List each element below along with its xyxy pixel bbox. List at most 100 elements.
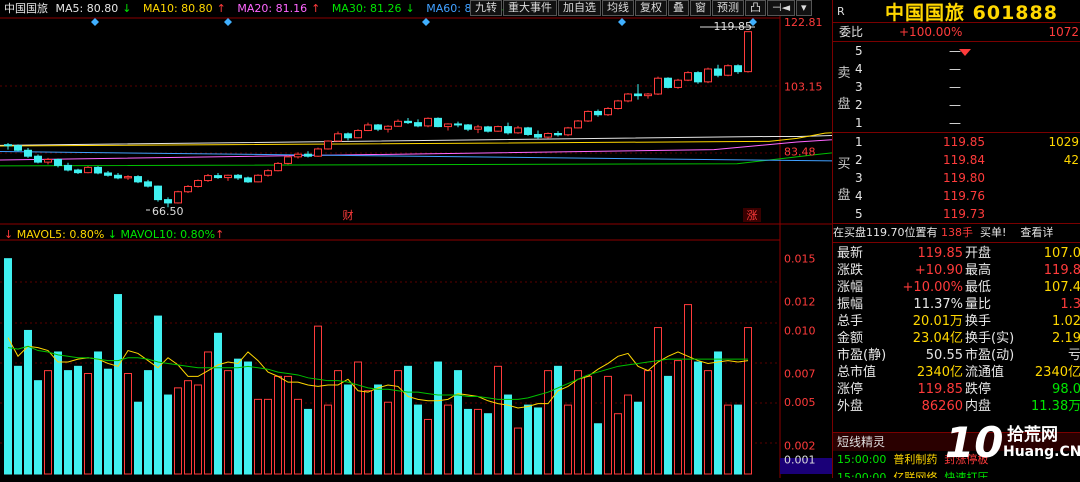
finance-event-mark[interactable]: 财 bbox=[343, 208, 354, 222]
candle[interactable] bbox=[314, 148, 322, 157]
volume-bar[interactable] bbox=[264, 398, 272, 475]
candle[interactable] bbox=[634, 93, 642, 97]
candle[interactable] bbox=[744, 31, 752, 73]
candle[interactable] bbox=[464, 124, 472, 130]
candle[interactable] bbox=[244, 177, 252, 183]
candle[interactable] bbox=[104, 172, 112, 176]
candle[interactable] bbox=[224, 174, 232, 179]
volume-bar[interactable] bbox=[714, 351, 722, 475]
candle[interactable] bbox=[384, 125, 392, 130]
big-order-alert[interactable]: 在买盘 119.70位置有 138手 买单! 查看详 bbox=[833, 223, 1080, 242]
candle[interactable] bbox=[354, 130, 362, 139]
volume-bar[interactable] bbox=[514, 427, 522, 475]
candle[interactable] bbox=[134, 176, 142, 183]
candle[interactable] bbox=[274, 162, 282, 172]
candle[interactable] bbox=[544, 132, 552, 138]
volume-bar[interactable] bbox=[644, 370, 652, 475]
candle[interactable] bbox=[614, 100, 622, 109]
toolbar-convex-icon[interactable]: 凸 bbox=[745, 0, 766, 16]
volume-bar[interactable] bbox=[174, 387, 182, 475]
candle[interactable] bbox=[494, 126, 502, 132]
volume-bar[interactable] bbox=[354, 361, 362, 475]
volume-bar[interactable] bbox=[694, 361, 702, 475]
volume-bar[interactable] bbox=[724, 404, 732, 475]
volume-bar[interactable] bbox=[474, 408, 482, 475]
candle[interactable] bbox=[704, 68, 712, 83]
volume-bar[interactable] bbox=[194, 384, 202, 475]
volume-bar[interactable] bbox=[324, 404, 332, 475]
candle[interactable] bbox=[694, 72, 702, 83]
volume-bar[interactable] bbox=[424, 418, 432, 475]
candle[interactable] bbox=[554, 132, 562, 136]
volume-bar[interactable] bbox=[674, 360, 682, 475]
volume-bar[interactable] bbox=[484, 413, 492, 475]
volume-bar[interactable] bbox=[274, 375, 282, 475]
candle[interactable] bbox=[454, 123, 462, 126]
buy-level[interactable]: 3 119.80 bbox=[855, 169, 1080, 187]
candle[interactable] bbox=[324, 140, 332, 150]
volume-bar[interactable] bbox=[544, 370, 552, 475]
candle[interactable] bbox=[584, 110, 592, 122]
event-marker-icon[interactable] bbox=[618, 18, 626, 26]
event-marker-icon[interactable] bbox=[224, 18, 232, 26]
candle[interactable] bbox=[114, 174, 122, 179]
toolbar-major-events-button[interactable]: 重大事件 bbox=[503, 0, 557, 16]
candle[interactable] bbox=[604, 107, 612, 116]
volume-bar[interactable] bbox=[704, 370, 712, 475]
candle[interactable] bbox=[284, 156, 292, 164]
volume-bar[interactable] bbox=[614, 413, 622, 475]
candle[interactable] bbox=[154, 185, 162, 201]
toolbar-dropdown-icon[interactable]: ▾ bbox=[796, 0, 812, 16]
volume-bar[interactable] bbox=[304, 408, 312, 475]
view-details-link[interactable]: 查看详 bbox=[1020, 224, 1053, 242]
candle[interactable] bbox=[234, 174, 242, 179]
volume-bar[interactable] bbox=[564, 404, 572, 475]
buy-level[interactable]: 1 119.85 1029 bbox=[855, 133, 1080, 151]
candle[interactable] bbox=[84, 166, 92, 174]
volume-bar[interactable] bbox=[444, 404, 452, 475]
volume-bar[interactable] bbox=[254, 398, 262, 475]
toolbar-window-button[interactable]: 窗 bbox=[690, 0, 711, 16]
volume-bar[interactable] bbox=[34, 380, 42, 475]
volume-bar[interactable] bbox=[584, 375, 592, 475]
toolbar-adjust-button[interactable]: 复权 bbox=[635, 0, 667, 16]
toolbar-forecast-button[interactable]: 预测 bbox=[712, 0, 744, 16]
volume-bar[interactable] bbox=[654, 327, 662, 475]
volume-bar[interactable] bbox=[74, 365, 82, 475]
volume-bar[interactable] bbox=[744, 327, 752, 475]
volume-bar[interactable] bbox=[414, 404, 422, 475]
candle[interactable] bbox=[264, 170, 272, 176]
volume-bar[interactable] bbox=[164, 394, 172, 475]
candle[interactable] bbox=[14, 145, 22, 151]
candle[interactable] bbox=[564, 127, 572, 136]
volume-bar[interactable] bbox=[124, 373, 132, 475]
candle[interactable] bbox=[64, 164, 72, 171]
volume-bar[interactable] bbox=[134, 401, 142, 475]
volume-bar[interactable] bbox=[84, 373, 92, 475]
candle[interactable] bbox=[644, 93, 652, 97]
candle[interactable] bbox=[674, 79, 682, 88]
volume-bar[interactable] bbox=[604, 375, 612, 475]
volume-bar[interactable] bbox=[404, 365, 412, 475]
candle[interactable] bbox=[144, 181, 152, 187]
candle[interactable] bbox=[414, 122, 422, 127]
volume-bar[interactable] bbox=[574, 370, 582, 475]
candle[interactable] bbox=[254, 174, 262, 183]
candle[interactable] bbox=[304, 153, 312, 157]
volume-bar[interactable] bbox=[384, 401, 392, 475]
candle[interactable] bbox=[574, 120, 582, 129]
volume-bar[interactable] bbox=[104, 368, 112, 475]
candle[interactable] bbox=[374, 124, 382, 130]
volume-bar[interactable] bbox=[314, 325, 322, 475]
event-markers[interactable] bbox=[91, 18, 757, 26]
buy-level[interactable]: 5 119.73 bbox=[855, 205, 1080, 223]
volume-bar[interactable] bbox=[144, 370, 152, 475]
volume-bar[interactable] bbox=[524, 404, 532, 475]
volume-bar[interactable] bbox=[94, 351, 102, 475]
volume-bar[interactable] bbox=[624, 394, 632, 475]
candle[interactable] bbox=[404, 120, 412, 124]
volume-bar[interactable] bbox=[114, 294, 122, 475]
buy-level[interactable]: 2 119.84 42 bbox=[855, 151, 1080, 169]
volume-bar[interactable] bbox=[454, 370, 462, 475]
toolbar-add-watchlist-button[interactable]: 加自选 bbox=[558, 0, 601, 16]
